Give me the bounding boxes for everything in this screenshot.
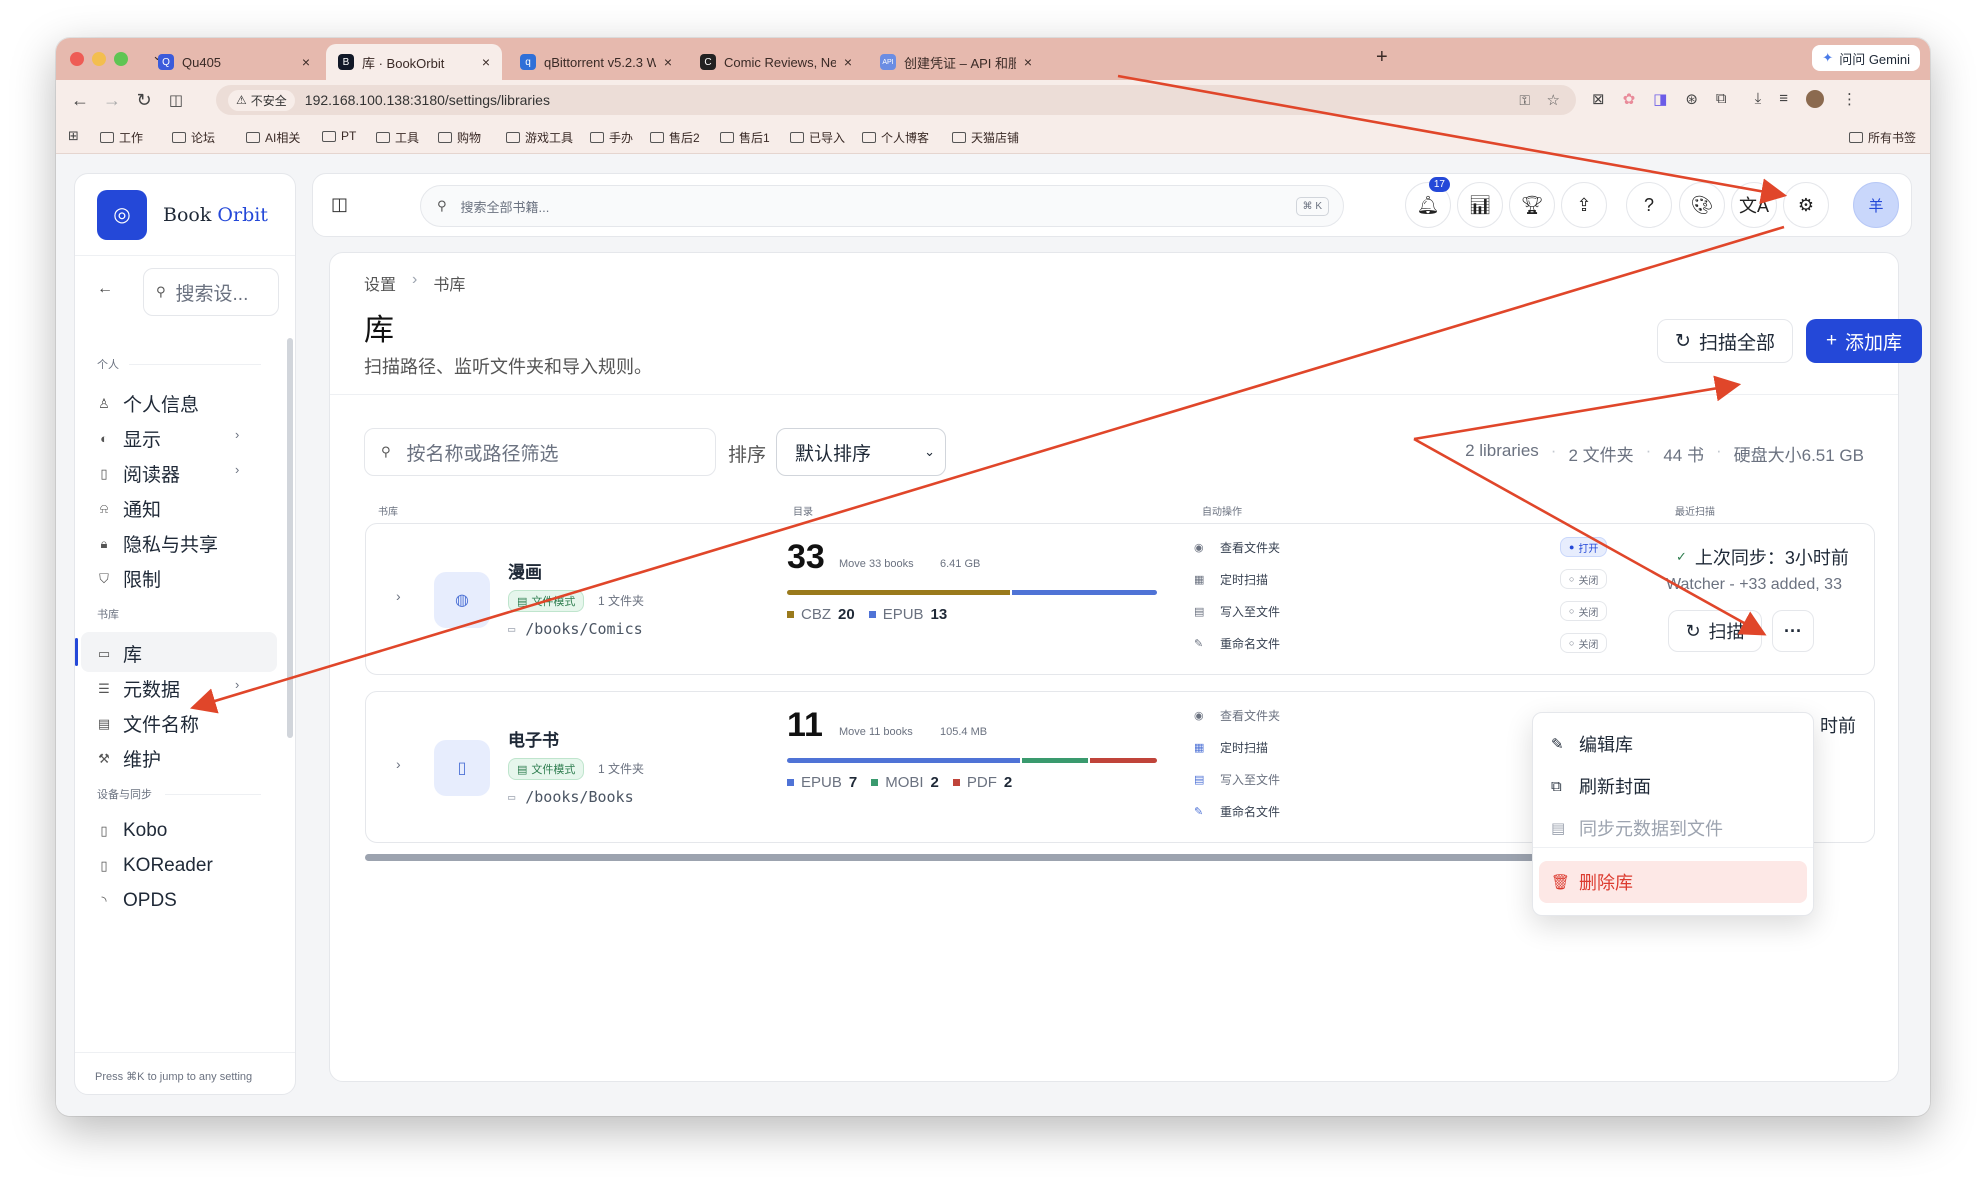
annotation-arrow — [1413, 437, 1767, 636]
annotation-arrow — [1413, 375, 1742, 441]
annotation-arrows — [190, 74, 1788, 714]
annotation-arrow — [190, 225, 1785, 714]
annotation-arrow — [1117, 74, 1788, 205]
browser-window: ⌄ QQu405×B库 · BookOrbit×qqBittorrent v5.… — [56, 38, 1930, 1116]
